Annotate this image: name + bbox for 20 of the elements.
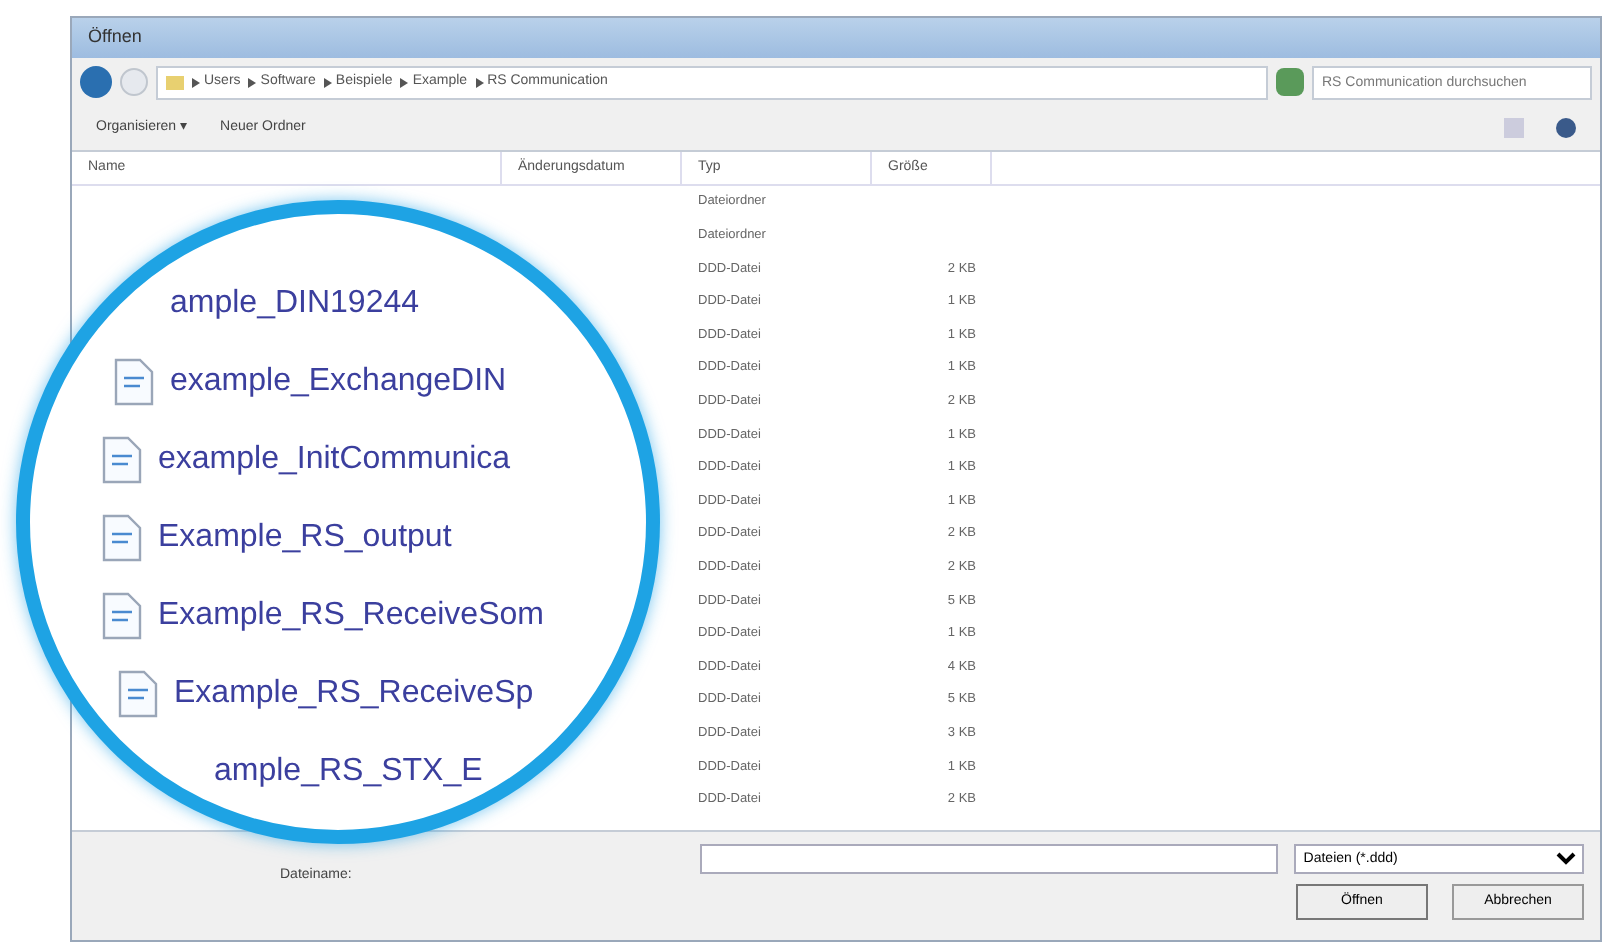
- window-title: Öffnen: [88, 24, 142, 51]
- chevron-icon: [400, 77, 409, 87]
- chevron-icon: [192, 77, 200, 87]
- chevron-icon: [248, 77, 257, 87]
- file-name[interactable]: ample_RS_STX_E: [214, 748, 483, 796]
- file-name[interactable]: Example_RS_ReceiveSp: [174, 670, 534, 718]
- file-name[interactable]: example_ExchangeDIN: [170, 358, 507, 406]
- chevron-icon: [323, 77, 332, 87]
- document-icon: [118, 670, 158, 718]
- document-icon: [102, 592, 142, 640]
- file-name[interactable]: Example_RS_output: [158, 514, 452, 562]
- document-icon: [102, 436, 142, 484]
- filename-field[interactable]: [700, 843, 1278, 873]
- file-name[interactable]: ample_DIN19244: [170, 280, 420, 328]
- folder-icon: [166, 75, 184, 89]
- file-name[interactable]: Example_RS_ReceiveSom: [158, 592, 544, 640]
- document-icon: [102, 514, 142, 562]
- document-icon: [114, 358, 154, 406]
- file-name[interactable]: example_InitCommunica: [158, 436, 511, 484]
- chevron-icon: [475, 77, 484, 87]
